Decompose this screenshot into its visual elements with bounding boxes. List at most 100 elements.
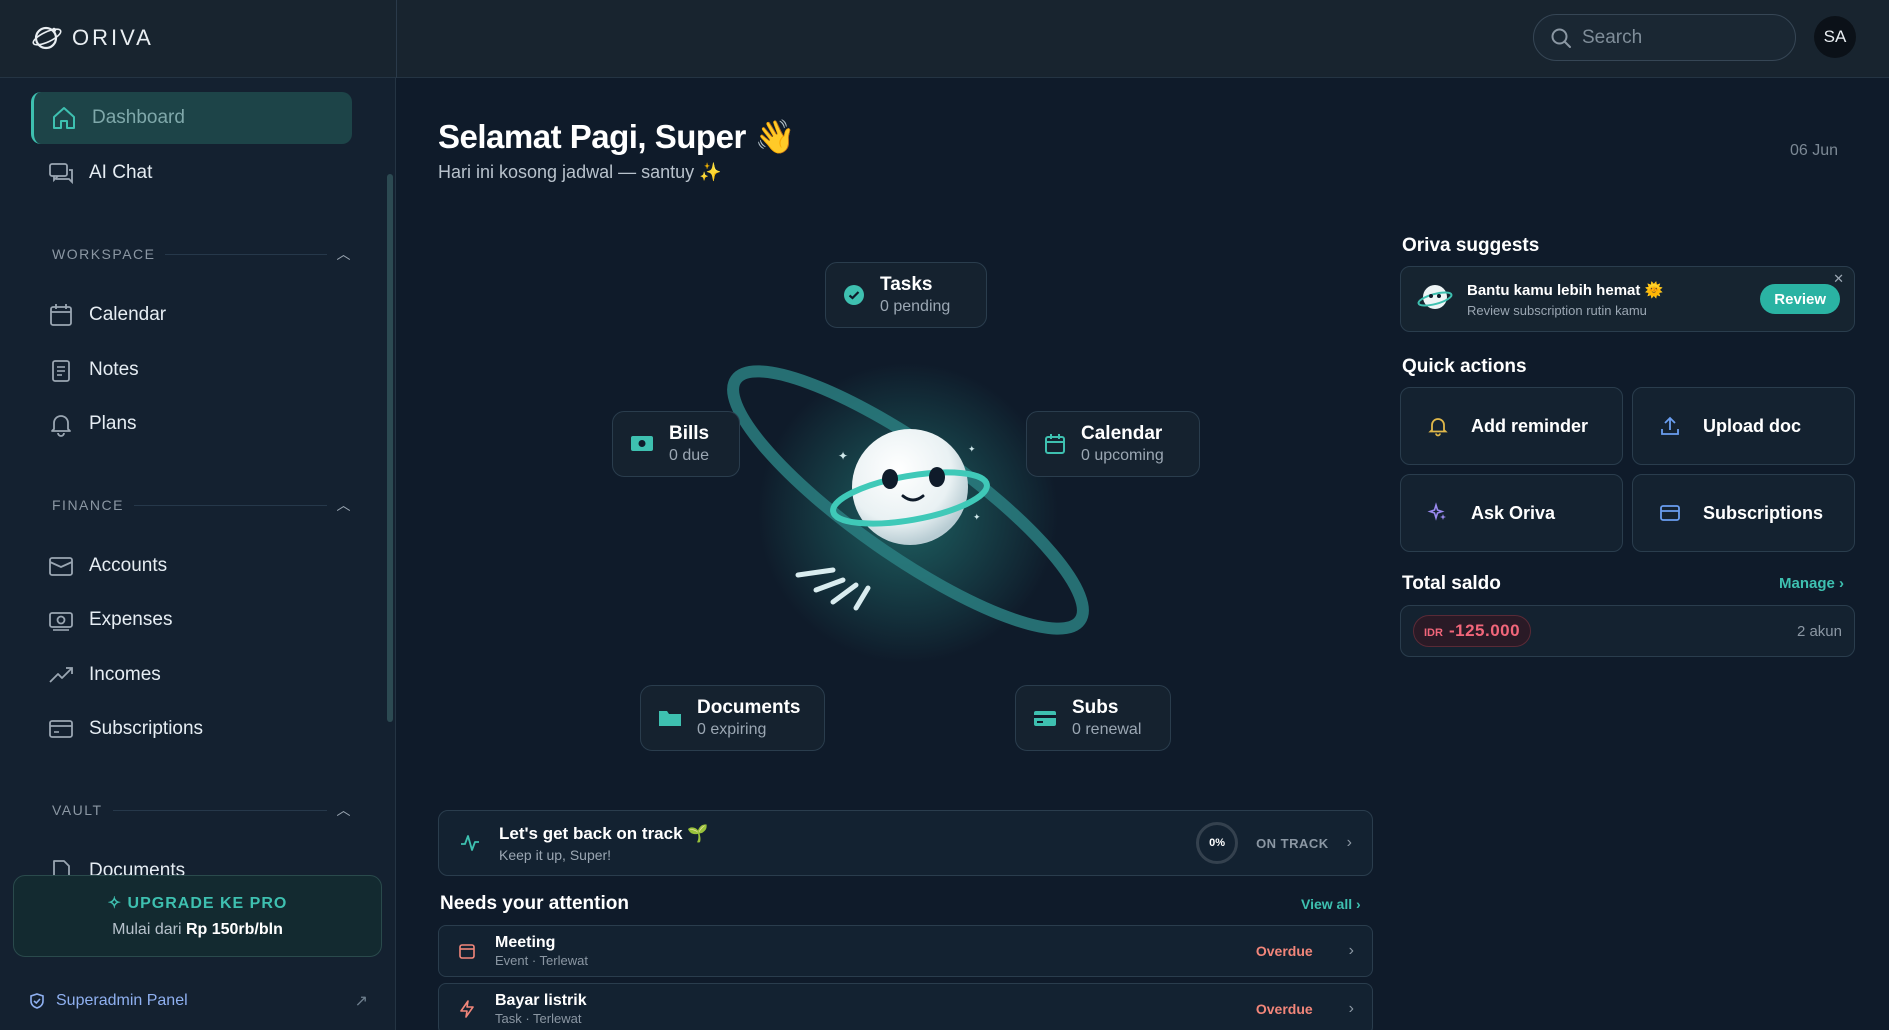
divider	[165, 253, 327, 255]
close-icon[interactable]: ✕	[1833, 271, 1844, 287]
divider	[396, 0, 397, 78]
sidebar-item-label: Dashboard	[92, 107, 185, 128]
attention-item[interactable]: Meeting Event · Terlewat Overdue ›	[438, 925, 1373, 977]
upgrade-card[interactable]: ✧ UPGRADE KE PRO Mulai dari Rp 150rb/bln	[13, 875, 382, 957]
quick-action-ask-oriva[interactable]: Ask Oriva	[1400, 474, 1623, 552]
suggest-title: Oriva suggests	[1402, 235, 1540, 256]
currency-label: IDR	[1424, 627, 1443, 639]
suggestion-sub: Review subscription rutin kamu	[1467, 302, 1647, 318]
widget-title: Bills	[669, 423, 710, 444]
sidebar-item-label: Notes	[89, 359, 139, 380]
brand-name: ORIVA	[72, 25, 154, 50]
sidebar: Dashboard AI Chat WORKSPACE ︿ Calendar N…	[0, 78, 396, 1030]
sidebar-item-dashboard[interactable]: Dashboard	[31, 92, 352, 144]
wave-emoji: 👋	[754, 118, 796, 155]
activity-icon	[461, 835, 479, 851]
widget-sub: 0 upcoming	[1081, 447, 1164, 464]
home-icon	[53, 107, 75, 129]
saldo-amount-pill: IDR -125.000	[1413, 615, 1532, 647]
review-button[interactable]: Review	[1760, 284, 1840, 314]
bell-icon	[51, 415, 71, 437]
section-title: FINANCE	[52, 497, 124, 513]
bolt-icon	[460, 1000, 474, 1018]
avatar[interactable]: SA	[1814, 16, 1856, 58]
attention-title: Needs your attention	[440, 893, 629, 914]
oriva-logo-icon	[32, 26, 62, 50]
svg-text:✦: ✦	[973, 513, 981, 523]
chat-icon	[49, 163, 73, 185]
sidebar-item-label: Incomes	[89, 664, 161, 685]
chevron-right-icon[interactable]: ›	[1347, 834, 1352, 852]
saldo-amount: -125.000	[1448, 621, 1521, 640]
sidebar-item-expenses[interactable]: Expenses	[31, 594, 352, 646]
sidebar-item-plans[interactable]: Plans	[31, 398, 352, 450]
superadmin-label: Superadmin Panel	[56, 992, 188, 1009]
chevron-up-icon[interactable]: ︿	[337, 495, 353, 515]
calendar-icon	[50, 304, 72, 326]
manage-link[interactable]: Manage ›	[1779, 575, 1844, 592]
quick-action-label: Subscriptions	[1703, 502, 1824, 523]
section-finance[interactable]: FINANCE ︿	[52, 495, 352, 515]
widget-title: Documents	[697, 697, 801, 718]
upgrade-sub-prefix: Mulai dari	[112, 921, 182, 938]
track-banner[interactable]: Let's get back on track 🌱 Keep it up, Su…	[438, 810, 1373, 876]
saldo-card[interactable]: IDR -125.000 2 akun	[1400, 605, 1855, 657]
upgrade-title: ✧ UPGRADE KE PRO	[14, 893, 381, 913]
sidebar-item-subscriptions[interactable]: Subscriptions	[31, 703, 352, 755]
section-vault[interactable]: VAULT ︿	[52, 800, 352, 820]
sidebar-scrollbar[interactable]	[387, 174, 393, 722]
sidebar-item-accounts[interactable]: Accounts	[31, 540, 352, 592]
view-all-link[interactable]: View all ›	[1301, 896, 1361, 912]
widget-sub: 0 renewal	[1072, 721, 1142, 738]
suggestion-title: Bantu kamu lebih hemat 🌞	[1467, 281, 1664, 299]
status-badge: Overdue	[1255, 943, 1313, 959]
widget-title: Tasks	[880, 274, 933, 295]
search-box[interactable]	[1533, 14, 1796, 61]
trend-up-icon	[49, 667, 73, 683]
quick-action-upload-doc[interactable]: Upload doc	[1632, 387, 1855, 465]
widget-title: Calendar	[1081, 423, 1163, 444]
attention-item-title: Meeting	[495, 934, 556, 951]
superadmin-link[interactable]: Superadmin Panel ↗	[28, 990, 368, 1012]
sidebar-item-label: Accounts	[89, 555, 168, 576]
chevron-up-icon[interactable]: ︿	[337, 244, 353, 264]
attention-item[interactable]: Bayar listrik Task · Terlewat Overdue ›	[438, 983, 1373, 1030]
chevron-right-icon: ›	[1348, 942, 1354, 959]
view-all-label: View all	[1301, 896, 1353, 912]
widget-calendar[interactable]: Calendar 0 upcoming	[1026, 411, 1200, 477]
page-subtitle: Hari ini kosong jadwal — santuy ✨	[438, 162, 722, 182]
quick-action-subscriptions[interactable]: Subscriptions	[1632, 474, 1855, 552]
widget-tasks[interactable]: Tasks 0 pending	[825, 262, 987, 328]
sidebar-item-incomes[interactable]: Incomes	[31, 649, 352, 701]
folder-icon	[659, 711, 681, 726]
sidebar-item-label: Expenses	[89, 609, 173, 630]
sparkle-icon	[1427, 502, 1446, 521]
sidebar-item-notes[interactable]: Notes	[31, 344, 352, 396]
sidebar-item-ai-chat[interactable]: AI Chat	[31, 147, 352, 199]
notes-icon	[52, 360, 70, 382]
chevron-right-icon: ›	[1348, 1000, 1354, 1017]
upload-icon	[1661, 416, 1679, 435]
quick-action-label: Add reminder	[1471, 415, 1589, 436]
status-label: ON TRACK	[1256, 835, 1329, 851]
sidebar-item-label: Calendar	[89, 304, 167, 325]
search-input[interactable]	[1582, 26, 1772, 49]
sidebar-item-label: Plans	[89, 413, 137, 434]
card-icon	[1660, 505, 1680, 521]
brand-logo[interactable]: ORIVA	[30, 18, 396, 58]
section-workspace[interactable]: WORKSPACE ︿	[52, 244, 352, 264]
bell-icon	[1428, 418, 1448, 437]
attention-item-sub: Task · Terlewat	[495, 1011, 582, 1026]
suggestion-card: Bantu kamu lebih hemat 🌞 Review subscrip…	[1400, 266, 1855, 332]
money-icon	[49, 612, 73, 631]
chevron-up-icon[interactable]: ︿	[337, 800, 353, 820]
quick-actions-title: Quick actions	[1402, 356, 1527, 377]
status-badge: Overdue	[1255, 1001, 1313, 1017]
widget-bills[interactable]: Bills 0 due	[612, 411, 740, 477]
divider	[133, 504, 327, 506]
quick-action-add-reminder[interactable]: Add reminder	[1400, 387, 1623, 465]
sidebar-item-calendar[interactable]: Calendar	[31, 289, 352, 341]
widget-documents[interactable]: Documents 0 expiring	[640, 685, 825, 751]
quick-action-label: Ask Oriva	[1471, 502, 1556, 523]
widget-subs[interactable]: Subs 0 renewal	[1015, 685, 1171, 751]
